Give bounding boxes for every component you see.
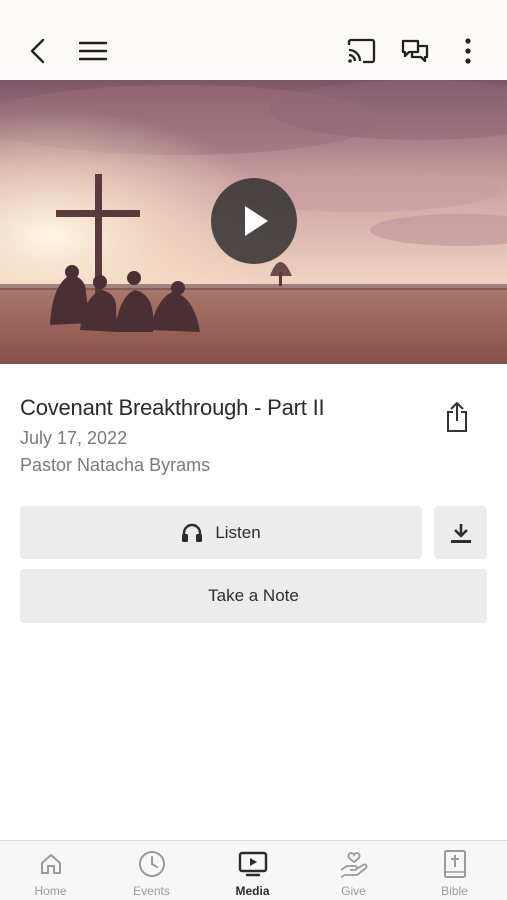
tab-home-label: Home <box>34 884 67 898</box>
sermon-speaker: Pastor Natacha Byrams <box>20 455 211 475</box>
listen-button[interactable]: Listen <box>20 506 422 559</box>
tab-give[interactable]: Give <box>303 841 404 900</box>
back-button[interactable] <box>22 35 54 67</box>
top-app-bar <box>0 22 507 80</box>
menu-button[interactable] <box>77 35 109 67</box>
home-icon <box>40 854 61 874</box>
take-note-label: Take a Note <box>208 586 299 605</box>
tab-give-label: Give <box>341 884 366 898</box>
download-button[interactable] <box>434 506 487 559</box>
bottom-tab-bar: Home Events Media Give Bible <box>0 840 507 900</box>
sermon-date: July 17, 2022 <box>20 428 128 448</box>
cast-button[interactable] <box>345 35 377 67</box>
listen-label: Listen <box>215 522 261 542</box>
chat-button[interactable] <box>399 35 431 67</box>
cast-icon <box>347 38 376 64</box>
hamburger-menu-icon <box>79 41 107 61</box>
tab-media[interactable]: Media <box>202 841 303 900</box>
headphones-icon <box>181 523 203 543</box>
sermon-thumbnail[interactable] <box>0 80 507 364</box>
tab-bible[interactable]: Bible <box>404 841 505 900</box>
tab-media-label: Media <box>235 884 270 898</box>
share-icon <box>447 402 467 432</box>
more-options-button[interactable] <box>452 35 484 67</box>
play-icon <box>245 206 268 236</box>
tab-events[interactable]: Events <box>101 841 202 900</box>
tab-events-label: Events <box>133 884 170 898</box>
bible-icon <box>443 850 466 878</box>
more-vertical-icon <box>465 38 471 64</box>
chat-bubbles-icon <box>401 39 429 63</box>
tab-bible-label: Bible <box>441 884 468 898</box>
chevron-left-icon <box>30 38 45 64</box>
sermon-details: Covenant Breakthrough - Part II July 17,… <box>20 394 420 478</box>
share-button[interactable] <box>441 399 473 435</box>
download-icon <box>450 523 471 543</box>
hand-heart-icon <box>340 852 367 878</box>
tv-play-icon <box>238 851 267 877</box>
tab-home[interactable]: Home <box>0 841 101 900</box>
clock-icon <box>138 851 165 877</box>
status-bar <box>0 0 507 22</box>
sermon-title: Covenant Breakthrough - Part II <box>20 395 325 420</box>
take-note-button[interactable]: Take a Note <box>20 569 487 623</box>
play-button[interactable] <box>211 178 297 264</box>
